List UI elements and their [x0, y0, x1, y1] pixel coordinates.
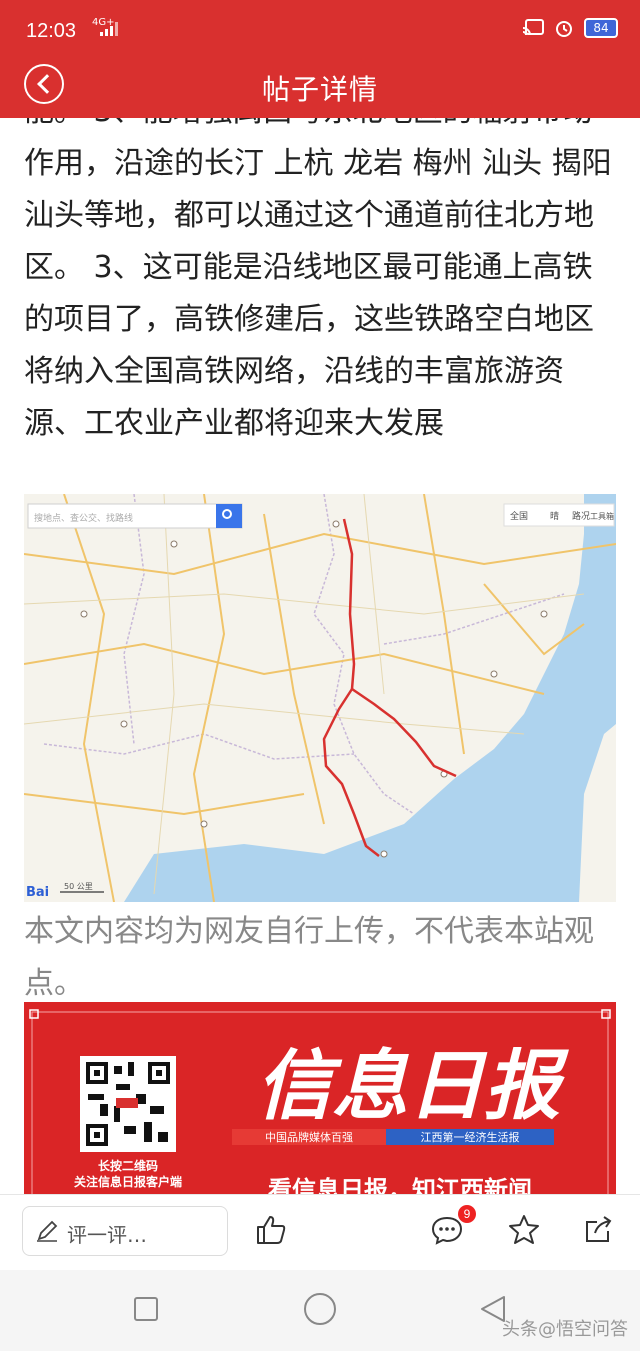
route-map-image: 搜地点、查公交、找路线 全国 晴 路况 工具箱 Bai 50 公里: [24, 494, 616, 902]
article-paragraph: 能。 3、能增强闽西粤东北地区的辐射带动作用，沿途的长汀 上杭 龙岩 梅州 汕头…: [24, 118, 612, 441]
watermark-text: 头条@悟空问答: [502, 1319, 628, 1340]
map-weather-label: 晴: [550, 510, 559, 522]
battery-icon: 84: [584, 18, 618, 38]
alarm-icon: [556, 21, 572, 37]
comment-placeholder: 评一评…: [67, 1223, 147, 1247]
map-layer-label: 全国: [510, 510, 528, 522]
map-traffic-label: 路况: [572, 510, 590, 522]
banner-bottom-text: 看信息日报，知江西新闻: [268, 1176, 532, 1194]
action-bar: 评一评… 9: [0, 1194, 640, 1271]
qr-caption-2: 关注信息日报客户端: [74, 1174, 182, 1189]
status-bar: 12:03 4G+ 84: [0, 0, 640, 60]
qr-caption-1: 长按二维码: [98, 1158, 158, 1173]
banner-graphic: 长按二维码 关注信息日报客户端 信息日报 中国品牌媒体百强 江西第一经济生活报 …: [29, 1009, 611, 1194]
star-icon[interactable]: [507, 1213, 541, 1247]
baidu-logo: Bai: [26, 885, 49, 900]
pen-icon: [37, 1220, 58, 1242]
newspaper-banner-ad[interactable]: 长按二维码 关注信息日报客户端 信息日报 中国品牌媒体百强 江西第一经济生活报 …: [24, 1002, 616, 1194]
status-time: 12:03: [26, 20, 77, 42]
map-scale-label: 50 公里: [64, 882, 93, 891]
banner-slogan-right: 江西第一经济生活报: [421, 1130, 520, 1144]
cast-icon: [522, 19, 544, 36]
comment-count-badge: 9: [458, 1205, 476, 1223]
comment-input[interactable]: 评一评…: [22, 1206, 228, 1256]
banner-title: 信息日报: [256, 1041, 569, 1130]
app-bar: 帖子详情: [0, 60, 640, 118]
disclaimer-text: 本文内容均为网友自行上传，不代表本站观点。: [24, 914, 594, 1001]
page-title: 帖子详情: [261, 73, 378, 106]
map-tools-label: 工具箱: [590, 511, 614, 521]
like-icon[interactable]: [254, 1213, 288, 1247]
recents-icon[interactable]: [133, 1296, 159, 1322]
article-content: 能。 3、能增强闽西粤东北地区的辐射带动作用，沿途的长汀 上杭 龙岩 梅州 汕头…: [0, 118, 640, 1194]
map-search-placeholder: 搜地点、查公交、找路线: [34, 512, 133, 524]
banner-slogan-left: 中国品牌媒体百强: [265, 1130, 353, 1144]
system-nav-bar: 头条@悟空问答: [0, 1270, 640, 1351]
signal-icon: [100, 22, 118, 36]
share-icon[interactable]: [582, 1213, 616, 1247]
home-icon[interactable]: [303, 1292, 337, 1326]
